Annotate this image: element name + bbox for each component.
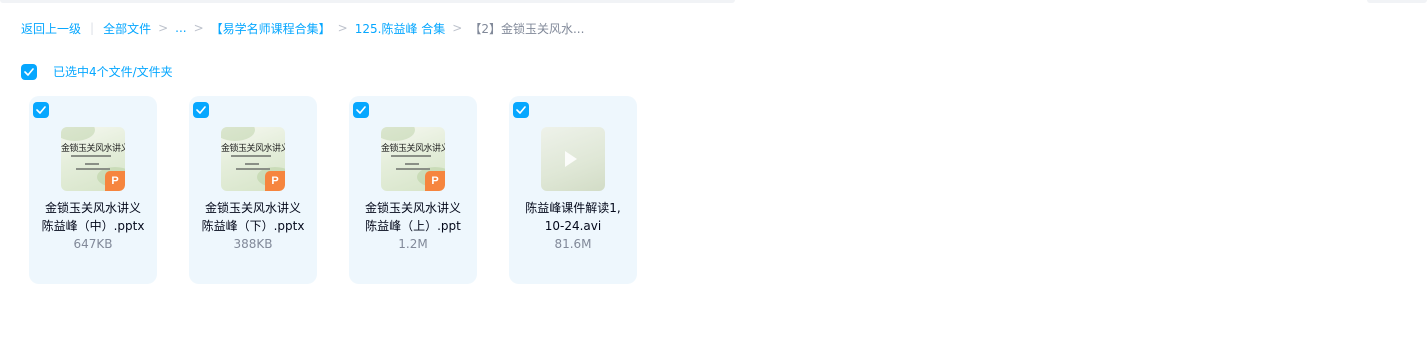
file-name: 金锁玉关风水讲义 陈益峰（下）.pptx	[201, 201, 305, 233]
chevron-right-icon: >	[337, 21, 348, 35]
thumbnail-title: 金锁玉关风水讲义	[61, 144, 125, 154]
chevron-right-icon: >	[452, 21, 463, 35]
check-icon	[24, 67, 34, 76]
file-card[interactable]: 金锁玉关风水讲义 P 金锁玉关风水讲义 陈益峰（上）.ppt 1.2M	[349, 96, 477, 284]
file-checkbox[interactable]	[193, 102, 209, 118]
back-link[interactable]: 返回上一级	[21, 20, 81, 37]
file-size: 81.6M	[554, 237, 592, 251]
check-icon	[36, 106, 46, 114]
toolbar-edge-right	[1367, 0, 1427, 3]
file-checkbox[interactable]	[513, 102, 529, 118]
thumbnail-title: 金锁玉关风水讲义	[221, 144, 285, 154]
ppt-file-icon: P	[425, 171, 445, 191]
check-icon	[356, 106, 366, 114]
ppt-thumbnail: 金锁玉关风水讲义 P	[221, 127, 285, 191]
top-strip	[0, 0, 1427, 3]
play-icon	[565, 151, 577, 167]
breadcrumb-ellipsis[interactable]: ...	[175, 21, 186, 35]
toolbar-edge	[0, 0, 735, 3]
breadcrumb-current: 【2】金锁玉关风水...	[469, 21, 585, 36]
file-card[interactable]: 金锁玉关风水讲义 P 金锁玉关风水讲义 陈益峰（中）.pptx 647KB	[29, 96, 157, 284]
file-checkbox[interactable]	[33, 102, 49, 118]
breadcrumb-folder-course-collection[interactable]: 【易学名师课程合集】	[211, 20, 331, 37]
selection-count-label: 已选中4个文件/文件夹	[53, 65, 173, 79]
file-name: 金锁玉关风水讲义 陈益峰（上）.ppt	[364, 201, 461, 233]
file-name: 金锁玉关风水讲义 陈益峰（中）.pptx	[41, 201, 145, 233]
chevron-right-icon: >	[193, 21, 204, 35]
file-size: 647KB	[73, 237, 113, 251]
breadcrumb-divider: |	[90, 21, 95, 35]
ppt-thumbnail: 金锁玉关风水讲义 P	[381, 127, 445, 191]
breadcrumb-folder-chen-yifeng[interactable]: 125.陈益峰 合集	[355, 20, 446, 37]
check-icon	[516, 106, 526, 114]
ppt-file-icon: P	[265, 171, 285, 191]
file-checkbox[interactable]	[353, 102, 369, 118]
check-icon	[196, 106, 206, 114]
file-size: 1.2M	[398, 237, 428, 251]
file-card[interactable]: 金锁玉关风水讲义 P 金锁玉关风水讲义 陈益峰（下）.pptx 388KB	[189, 96, 317, 284]
breadcrumb: 返回上一级 | 全部文件 > ... > 【易学名师课程合集】 > 125.陈益…	[21, 19, 584, 37]
video-thumbnail	[541, 127, 605, 191]
file-name: 陈益峰课件解读1, 10-24.avi	[525, 201, 621, 233]
select-all-checkbox[interactable]	[21, 63, 37, 80]
file-card[interactable]: 陈益峰课件解读1, 10-24.avi 81.6M	[509, 96, 637, 284]
thumbnail-title: 金锁玉关风水讲义	[381, 144, 445, 154]
ppt-file-icon: P	[105, 171, 125, 191]
select-all-row: 已选中4个文件/文件夹	[21, 63, 173, 80]
file-size: 388KB	[233, 237, 273, 251]
chevron-right-icon: >	[158, 21, 169, 35]
breadcrumb-all-files[interactable]: 全部文件	[103, 20, 151, 37]
ppt-thumbnail: 金锁玉关风水讲义 P	[61, 127, 125, 191]
